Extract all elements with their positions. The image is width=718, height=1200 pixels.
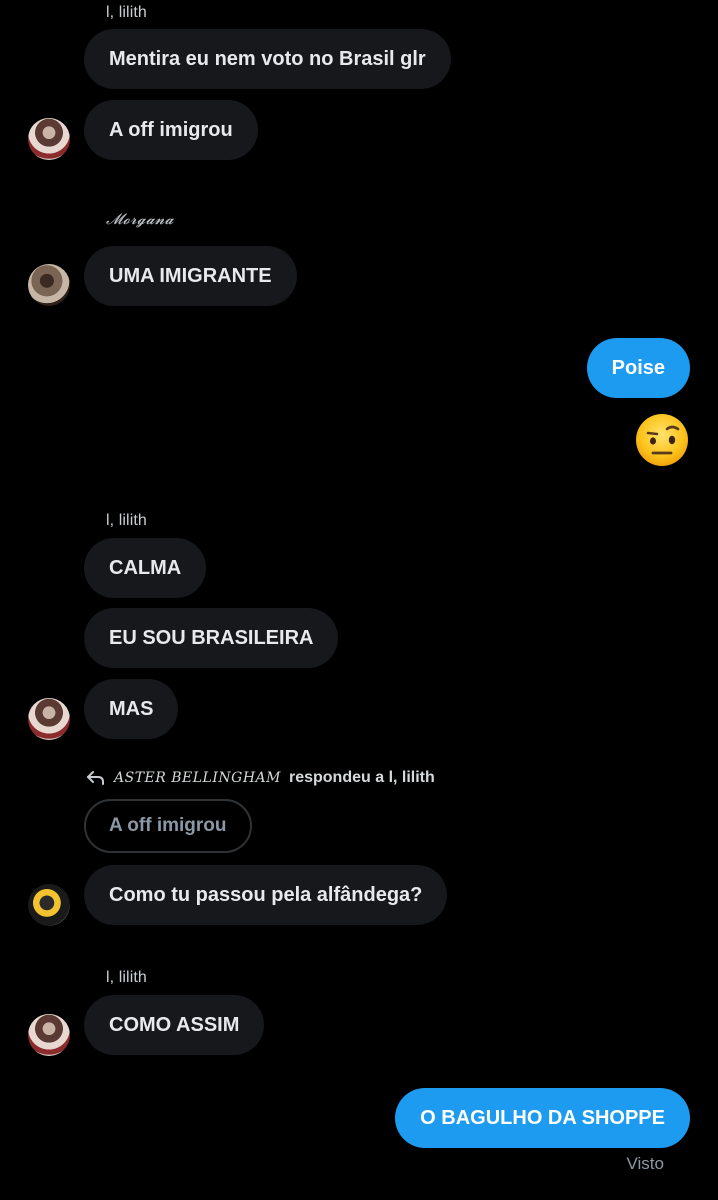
avatar[interactable]	[28, 118, 70, 160]
avatar[interactable]	[28, 698, 70, 740]
sender-name: l, lilith	[106, 4, 147, 21]
avatar[interactable]	[28, 884, 70, 926]
reply-context: Aster Bellingham respondeu a l, lilith	[86, 769, 435, 787]
reply-verb: respondeu a l, lilith	[288, 769, 435, 786]
sender-name: l, lilith	[106, 512, 147, 529]
avatar[interactable]	[28, 1014, 70, 1056]
message-bubble[interactable]: COMO ASSIM	[84, 995, 265, 1055]
message-bubble[interactable]: CALMA	[84, 538, 207, 598]
reply-arrow-icon	[87, 771, 104, 785]
message-bubble[interactable]: A off imigrou	[84, 100, 258, 160]
message-bubble[interactable]: Como tu passou pela alfândega?	[84, 865, 448, 925]
outgoing-message-bubble[interactable]: Poise	[586, 338, 690, 398]
seen-status: Visto	[626, 1154, 665, 1173]
outgoing-message-bubble[interactable]: O BAGULHO DA SHOPPE	[395, 1088, 690, 1148]
reply-author: Aster Bellingham	[114, 770, 281, 786]
avatar[interactable]	[28, 264, 70, 306]
quoted-message[interactable]: A off imigrou	[84, 799, 252, 853]
message-bubble[interactable]: UMA IMIGRANTE	[84, 246, 297, 306]
sender-name: 𝓜𝓸𝓻𝓰𝓪𝓷𝓪	[106, 210, 174, 228]
message-bubble[interactable]: Mentira eu nem voto no Brasil glr	[84, 29, 451, 89]
message-bubble[interactable]: EU SOU BRASILEIRA	[84, 608, 339, 668]
message-bubble[interactable]: MAS	[84, 679, 179, 739]
sender-name: l, lilith	[106, 969, 147, 986]
face-with-raised-eyebrow-icon[interactable]	[635, 413, 689, 467]
